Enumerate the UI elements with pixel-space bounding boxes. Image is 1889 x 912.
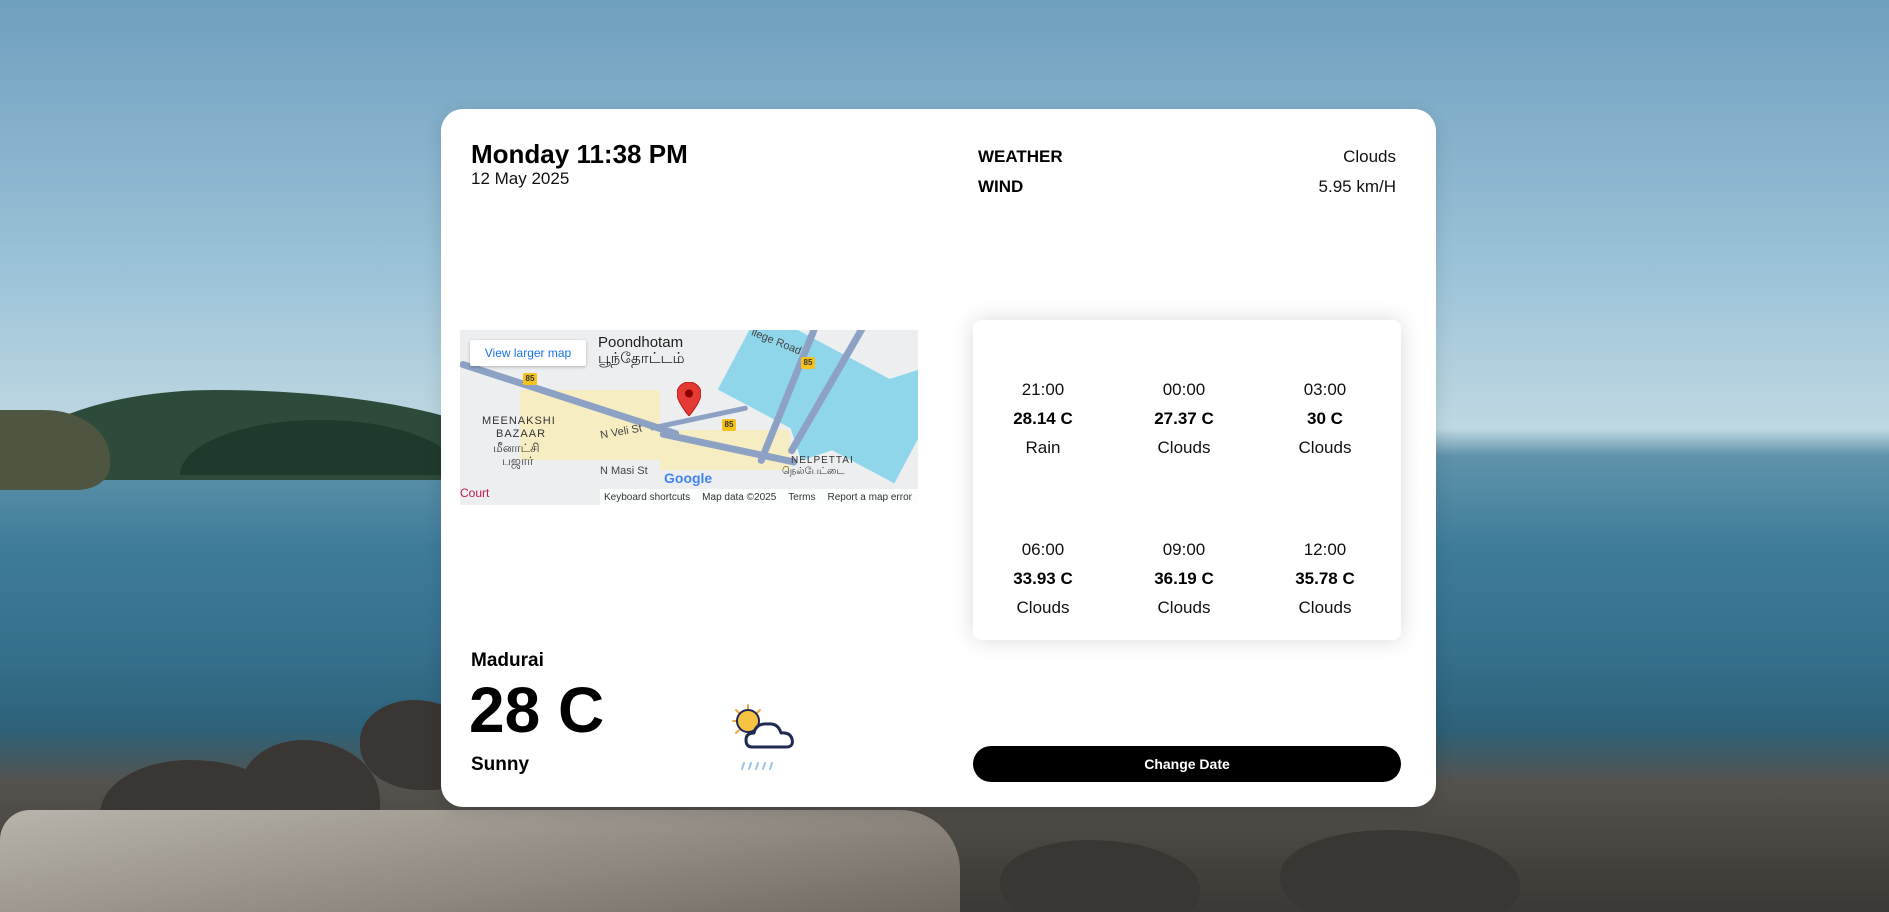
report-map-error-link[interactable]: Report a map error [828,492,912,503]
forecast-time: 21:00 [1021,380,1065,399]
partly-cloudy-icon [732,704,794,770]
weather-label: WEATHER [978,147,1063,166]
map-pin-icon[interactable] [677,382,701,416]
day-time: Monday 11:38 PM [471,139,688,169]
map-label-court: Court [460,486,490,500]
forecast-temp: 27.37 C [1154,409,1214,428]
forecast-item: 00:00 27.37 C Clouds [1134,380,1234,458]
forecast-item: 12:00 35.78 C Clouds [1275,540,1375,618]
google-logo: Google [664,470,713,486]
wind-label: WIND [978,177,1024,196]
forecast-item: 03:00 30 C Clouds [1275,380,1375,458]
forecast-time: 03:00 [1303,380,1347,399]
forecast-time: 06:00 [1021,540,1065,559]
forecast-condition: Clouds [1016,598,1070,617]
map-embed[interactable]: 85 85 85 Poondhotam பூந்தோட்டம் MEENAKSH… [460,330,918,505]
keyboard-shortcuts-link[interactable]: Keyboard shortcuts [604,492,690,503]
map-footer: Keyboard shortcuts Map data ©2025 Terms … [600,489,918,505]
weather-value: Clouds [1343,147,1396,166]
weather-row: WEATHER Clouds [978,147,1396,167]
map-label-poondhotam: Poondhotam [598,334,684,351]
city-name: Madurai [471,650,544,671]
forecast-condition: Clouds [1298,438,1352,457]
forecast-temp: 30 C [1307,409,1343,428]
current-temperature: 28 C [469,674,605,746]
wind-row: WIND 5.95 km/H [978,177,1396,197]
forecast-item: 06:00 33.93 C Clouds [993,540,1093,618]
forecast-condition: Clouds [1157,438,1211,457]
map-label-nelpettai-ta: நெல்பேட்டை [782,466,845,477]
current-condition: Sunny [471,754,530,775]
forecast-condition: Clouds [1298,598,1352,617]
forecast-item: 21:00 28.14 C Rain [993,380,1093,458]
map-label-nelpettai: NELPETTAI [791,455,854,466]
forecast-temp: 35.78 C [1295,569,1355,588]
map-label-n-masi-st: N Masi St [600,465,648,477]
change-date-button[interactable]: Change Date [973,746,1401,782]
map-label-bazaar-ta: பஜார் [502,454,534,468]
forecast-temp: 28.14 C [1013,409,1073,428]
map-label-meenakshi: MEENAKSHI [482,415,556,427]
map-data-text: Map data ©2025 [702,491,777,503]
forecast-time: 12:00 [1303,540,1347,559]
weather-card: Monday 11:38 PM 12 May 2025 WEATHER Clou… [441,109,1436,807]
forecast-item: 09:00 36.19 C Clouds [1134,540,1234,618]
view-larger-map-link[interactable]: View larger map [470,340,586,366]
forecast-time: 09:00 [1162,540,1206,559]
forecast-temp: 36.19 C [1154,569,1214,588]
map-label-poondhotam-ta: பூந்தோட்டம் [598,350,685,367]
terms-link[interactable]: Terms [788,492,815,503]
wind-value: 5.95 km/H [1318,177,1396,196]
forecast-panel: 21:00 28.14 C Rain 00:00 27.37 C Clouds … [973,320,1401,640]
forecast-condition: Clouds [1157,598,1211,617]
date: 12 May 2025 [471,169,570,188]
forecast-time: 00:00 [1162,380,1206,399]
map-label-bazaar: BAZAAR [496,428,547,440]
forecast-condition: Rain [1025,438,1061,457]
forecast-temp: 33.93 C [1013,569,1073,588]
